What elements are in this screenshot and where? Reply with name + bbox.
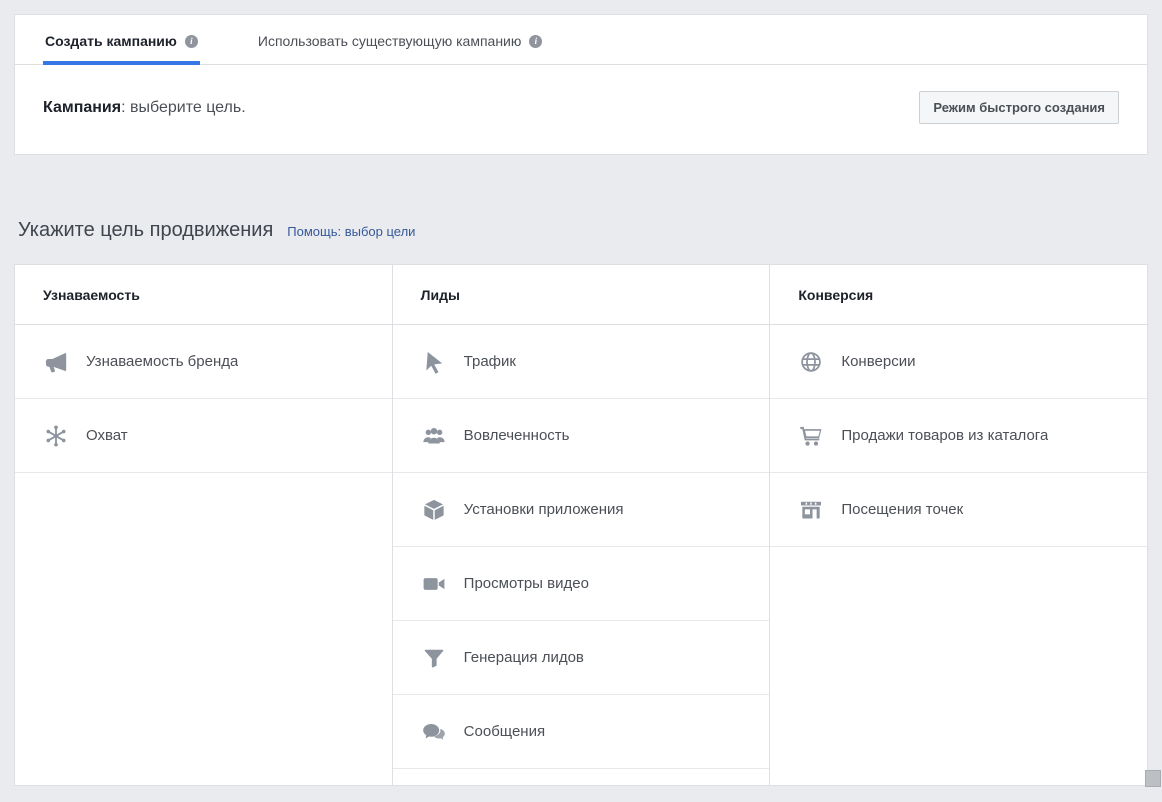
objective-item-label: Трафик: [464, 353, 516, 370]
objective-item-label: Продажи товаров из каталога: [841, 427, 1048, 444]
objective-item[interactable]: Посещения точек: [770, 473, 1147, 547]
tab-use-existing-campaign-label: Использовать существующую кампанию: [258, 33, 522, 49]
objective-item[interactable]: Генерация лидов: [393, 621, 770, 695]
tab-create-campaign[interactable]: Создать кампанию: [43, 15, 200, 64]
app-cube-icon: [421, 497, 447, 523]
objective-item[interactable]: Продажи товаров из каталога: [770, 399, 1147, 473]
objective-column: Конверсия Конверсии Продажи товаров из кат…: [770, 265, 1147, 785]
storefront-icon: [798, 497, 824, 523]
objective-item[interactable]: Охват: [15, 399, 392, 473]
objective-item[interactable]: Установки приложения: [393, 473, 770, 547]
info-icon[interactable]: [529, 35, 542, 48]
objective-item-label: Вовлеченность: [464, 427, 570, 444]
reach-burst-icon: [43, 423, 69, 449]
campaign-label-rest: : выберите цель.: [121, 99, 246, 116]
objective-title: Укажите цель продвижения: [18, 219, 273, 242]
objective-column-header: Узнаваемость: [15, 265, 392, 325]
quick-creation-mode-button[interactable]: Режим быстрого создания: [919, 91, 1119, 124]
objective-table: Узнаваемость Узнаваемость бренда Охват Лиды…: [14, 264, 1148, 786]
people-icon: [421, 423, 447, 449]
objective-item-label: Узнаваемость бренда: [86, 353, 238, 370]
tab-create-campaign-label: Создать кампанию: [45, 33, 177, 49]
campaign-objective-row: Кампания: выберите цель. Режим быстрого …: [15, 65, 1147, 154]
objective-column-header: Лиды: [393, 265, 770, 325]
campaign-setup-card: Создать кампанию Использовать существующ…: [14, 14, 1148, 155]
objective-item[interactable]: Конверсии: [770, 325, 1147, 399]
objective-column-filler: [770, 547, 1147, 785]
megaphone-icon: [43, 349, 69, 375]
objective-column: Узнаваемость Узнаваемость бренда Охват: [15, 265, 393, 785]
scrollbar-thumb[interactable]: [1145, 770, 1161, 787]
objective-section-header: Укажите цель продвижения Помощь: выбор ц…: [18, 219, 1148, 242]
funnel-icon: [421, 645, 447, 671]
objective-item[interactable]: Вовлеченность: [393, 399, 770, 473]
video-camera-icon: [421, 571, 447, 597]
info-icon[interactable]: [185, 35, 198, 48]
chat-bubbles-icon: [421, 719, 447, 745]
objective-help-link[interactable]: Помощь: выбор цели: [287, 224, 415, 239]
objective-item-label: Генерация лидов: [464, 649, 584, 666]
globe-icon: [798, 349, 824, 375]
objective-item[interactable]: Просмотры видео: [393, 547, 770, 621]
cursor-icon: [421, 349, 447, 375]
objective-column: Лиды Трафик Вовлеченность Установки приложе…: [393, 265, 771, 785]
tab-bar: Создать кампанию Использовать существующ…: [15, 15, 1147, 65]
objective-item-label: Сообщения: [464, 723, 545, 740]
objective-item-label: Просмотры видео: [464, 575, 589, 592]
campaign-label: Кампания: выберите цель.: [43, 99, 246, 117]
objective-item-label: Установки приложения: [464, 501, 624, 518]
cart-icon: [798, 423, 824, 449]
objective-item-label: Охват: [86, 427, 128, 444]
objective-item[interactable]: Сообщения: [393, 695, 770, 769]
objective-item-label: Конверсии: [841, 353, 915, 370]
objective-item[interactable]: Узнаваемость бренда: [15, 325, 392, 399]
objective-item-label: Посещения точек: [841, 501, 963, 518]
tab-use-existing-campaign[interactable]: Использовать существующую кампанию: [256, 15, 545, 64]
objective-item[interactable]: Трафик: [393, 325, 770, 399]
campaign-label-bold: Кампания: [43, 99, 121, 116]
objective-column-header: Конверсия: [770, 265, 1147, 325]
objective-column-filler: [15, 473, 392, 785]
objective-column-filler: [393, 769, 770, 785]
